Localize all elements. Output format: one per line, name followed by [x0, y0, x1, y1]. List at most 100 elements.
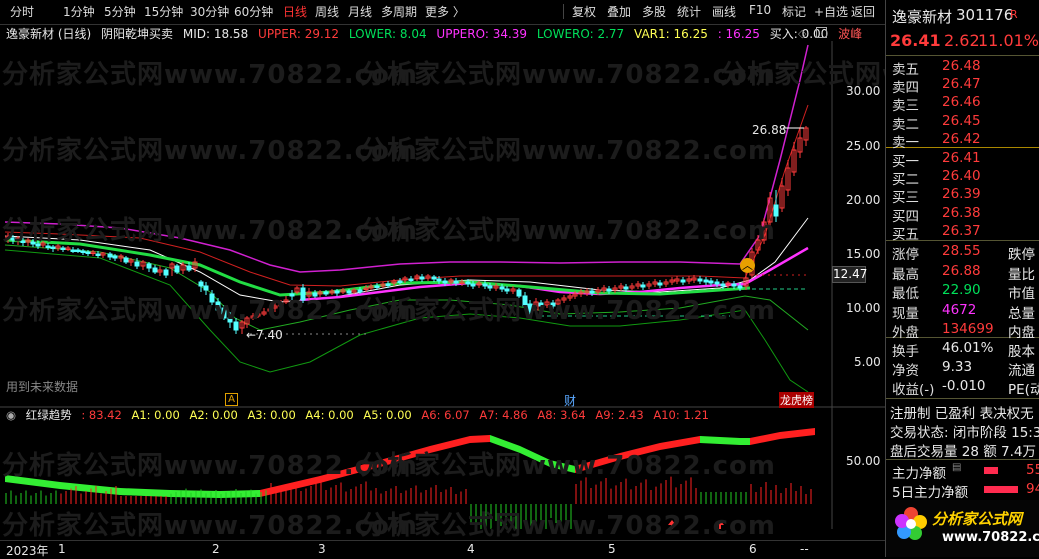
trade-status: 交易状态: 闭市阶段 15:3 [890, 425, 1039, 441]
stat-row: 换手 46.01% 股本 [886, 340, 1039, 360]
row-value: 26.88 [942, 262, 981, 279]
row-label-2: 市值 [1008, 286, 1035, 302]
upper-value: UPPER: 29.12 [258, 27, 340, 41]
candle-body [419, 276, 425, 280]
longhu-marker[interactable]: 龙虎榜 [779, 392, 814, 408]
row-label: 外盘 [892, 325, 919, 341]
row-value: 134699 [942, 321, 994, 337]
candle-body [174, 265, 180, 273]
sub-indicator-bar: ◉ 红绿趋势 : 83.42 A1: 0.00 A2: 0.00 A3: 0.0… [0, 407, 832, 423]
high-label: 26.88 [752, 123, 787, 137]
watermark: 分析家公式网www.70822.com [360, 296, 776, 326]
watermark: 分析家公式网www.70822.com [360, 136, 776, 166]
row-label: 最高 [892, 266, 919, 283]
candle-body [482, 283, 488, 287]
row-label-2: 总量 [1008, 305, 1035, 322]
timeframe-fenshi[interactable]: 分时 [10, 3, 34, 20]
row-value: 26.47 [942, 76, 981, 93]
row-value: 4672 [942, 301, 977, 318]
row-value: 9.33 [942, 359, 973, 375]
candle-body [431, 276, 437, 280]
stat-row: 收益(-) -0.010 PE(动 [886, 378, 1039, 398]
price-tick: 5.00 [854, 355, 881, 369]
future-data-note: 用到未来数据 [6, 380, 79, 394]
stats-button[interactable]: 统计 [677, 3, 701, 20]
stock-name: 逸豪新材 [892, 8, 953, 26]
add-watchlist-button[interactable]: +自选 [814, 3, 848, 20]
watermark: 分析家公式网www.70822.com [360, 451, 776, 481]
after-hours: 盘后交易量 28 额 7.4万 [890, 444, 1037, 460]
mark-button[interactable]: 标记 [782, 3, 806, 20]
candle-body [112, 255, 118, 259]
f10-button[interactable]: F10 [749, 3, 771, 17]
timeframe-30min[interactable]: 30分钟 [190, 3, 229, 20]
candle-body [623, 286, 629, 290]
flower-icon [894, 506, 928, 540]
flow-bar [984, 467, 998, 474]
trend-ribbon [700, 436, 750, 445]
announce-marker[interactable]: A [225, 393, 238, 406]
row-label: 现量 [892, 305, 919, 322]
timeframe-weekly[interactable]: 周线 [315, 3, 339, 20]
candle-body [408, 278, 414, 281]
timeframe-multi[interactable]: 多周期 [381, 3, 417, 20]
candle-body [163, 269, 169, 276]
price-tick: 15.00 [846, 247, 881, 261]
ask-row: 卖二 26.45 [886, 113, 1039, 133]
back-button[interactable]: 返回 [851, 3, 875, 20]
multi-stock-button[interactable]: 多股 [642, 3, 666, 20]
candle-body [152, 267, 158, 273]
candle-body [374, 285, 380, 288]
candle-body [465, 281, 471, 285]
a4-value: A4: 0.00 [305, 408, 354, 422]
a3-value: A3: 0.00 [247, 408, 296, 422]
timeframe-15min[interactable]: 15分钟 [144, 3, 183, 20]
candle-body [397, 280, 403, 283]
panel-expand-icon[interactable] [816, 27, 827, 38]
timeframe-monthly[interactable]: 月线 [348, 3, 372, 20]
timeframe-60min[interactable]: 60分钟 [234, 3, 273, 20]
stat-row: 最高 26.88 量比 [886, 262, 1039, 283]
timeframe-5min[interactable]: 5分钟 [104, 3, 136, 20]
toolbar: 分时 1分钟 5分钟 15分钟 30分钟 60分钟 日线 周线 月线 多周期 更… [0, 0, 885, 25]
stat-row: 现量 4672 总量 [886, 301, 1039, 322]
candle-body [50, 246, 56, 249]
row-label: 卖三 [892, 98, 919, 115]
timeframe-daily[interactable]: 日线 [283, 3, 307, 20]
candle-body [123, 257, 129, 263]
x-label: 1 [58, 542, 66, 556]
diamond-icon: ◇ [798, 27, 807, 40]
a2-value: A2: 0.00 [189, 408, 238, 422]
candle-body [708, 280, 714, 284]
x-label: 2023年 [6, 544, 49, 558]
price-tick: 20.00 [846, 193, 881, 207]
candle-body [737, 285, 743, 289]
ask-row: 卖四 26.47 [886, 76, 1039, 97]
candle-body [720, 283, 726, 287]
x-label: 5 [608, 542, 616, 556]
buy-signal-icon: ︿ [740, 258, 755, 273]
row-label: 卖四 [892, 80, 919, 97]
row-value: 28.55 [942, 243, 981, 259]
indicator-name[interactable]: 阴阳乾坤买卖 [101, 27, 173, 41]
candle-body [731, 283, 737, 287]
candle-body [80, 250, 86, 253]
fuquan-button[interactable]: 复权 [572, 3, 596, 20]
overlay-button[interactable]: 叠加 [607, 3, 631, 20]
candle-body [198, 281, 204, 287]
candle-body [697, 278, 703, 282]
timeframe-more[interactable]: 更多 〉 [425, 3, 465, 20]
sub-indicator-name[interactable]: 红绿趋势 [26, 408, 72, 422]
row-label: 换手 [892, 344, 919, 360]
badge-icon: R [1010, 8, 1018, 21]
sub-panel-toggle-icon[interactable]: ◉ [6, 408, 16, 422]
row-label: 卖五 [892, 62, 919, 78]
draw-button[interactable]: 画线 [712, 3, 736, 20]
candle-body [75, 249, 81, 252]
timeframe-1min[interactable]: 1分钟 [63, 3, 95, 20]
logo-text: 分析家公式网 [932, 510, 1023, 528]
watermark: 分析家公式网www.70822.com [2, 451, 418, 481]
stat-row: 外盘 134699 内盘 [886, 321, 1039, 341]
a9-value: A9: 2.43 [595, 408, 644, 422]
stat-row: 净资 9.33 流通 [886, 359, 1039, 379]
